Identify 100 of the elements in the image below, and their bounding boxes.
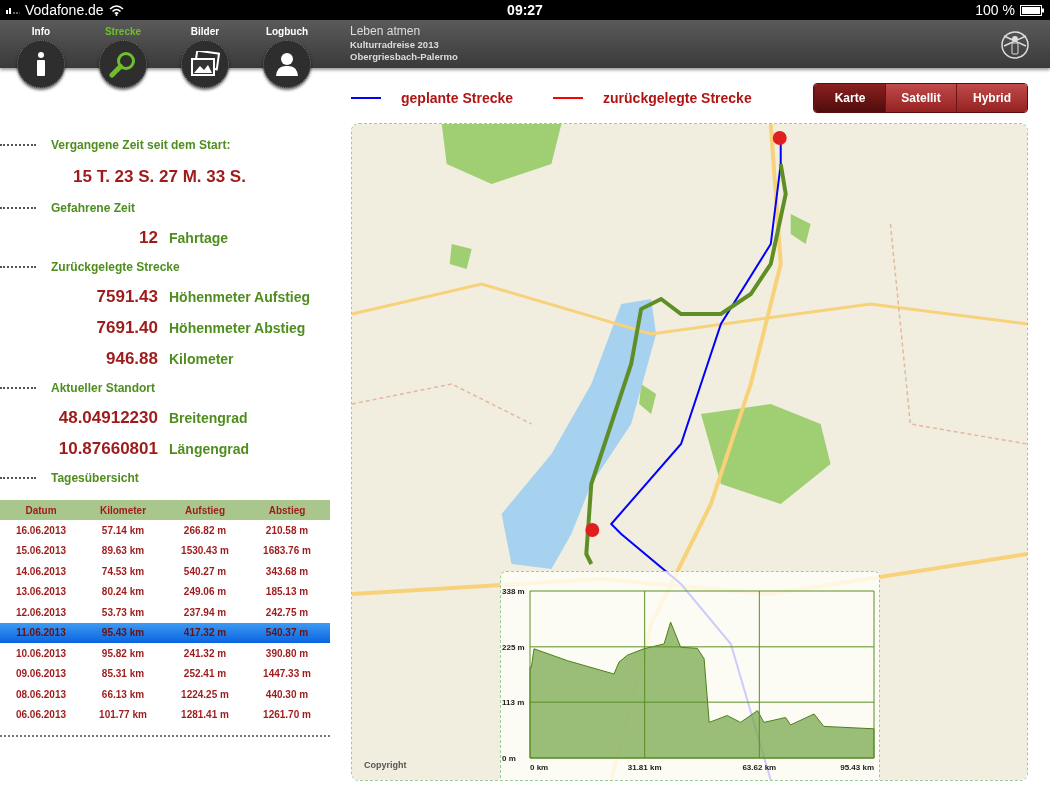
trip-subtitle: Kulturradreise 2013: [350, 39, 440, 50]
table-row[interactable]: 15.06.2013 89.63 km 1530.43 m 1683.76 m: [0, 540, 330, 561]
nav-tab[interactable]: Info: [0, 20, 82, 88]
column-header: Datum: [24, 504, 58, 516]
table-cell-text: 09.06.2013: [14, 668, 68, 680]
table-cell-text: 210.58 m: [264, 524, 310, 536]
stat-value: 10.87660801: [57, 438, 158, 459]
stat-value: 946.88: [105, 348, 158, 369]
stat-value: 7691.40: [95, 317, 158, 338]
y-tick-label: 113 m: [502, 698, 525, 708]
table-cell-text: 95.43 km: [100, 627, 146, 639]
stat-value: 48.04912230: [57, 407, 158, 428]
y-tick-label: 338 m: [502, 587, 525, 596]
y-tick-label: 0 m: [502, 754, 516, 763]
x-tick-label: 63.62 km: [742, 763, 777, 772]
stat-label: Höhenmeter Aufstieg: [169, 288, 311, 305]
trip-title: Leben atmen: [350, 24, 422, 38]
table-cell-text: 242.75 m: [264, 606, 310, 618]
table-cell-text: 1281.41 m: [180, 709, 230, 721]
table-row[interactable]: 09.06.2013 85.31 km 252.41 m 1447.33 m: [0, 663, 330, 684]
table-cell-text: 74.53 km: [100, 565, 146, 577]
stat-label: Kilometer: [169, 350, 234, 367]
x-tick-label: 31.81 km: [627, 763, 662, 772]
table-cell-text: 252.41 m: [182, 668, 228, 680]
wifi-icon: [108, 4, 124, 16]
table-cell-text: 06.06.2013: [14, 709, 68, 721]
table-cell-text: 440.30 m: [264, 688, 310, 700]
stat-value: 7591.43: [95, 286, 158, 307]
table-cell-text: 12.06.2013: [14, 606, 68, 618]
map-attribution: Copyright: [364, 760, 407, 770]
nav-tab[interactable]: Bilder: [164, 20, 246, 88]
carrier-name: Vodafone.de: [25, 2, 104, 18]
stat-label: Längengrad: [169, 440, 250, 457]
table-cell-text: 66.13 km: [100, 688, 146, 700]
trip-route: Obergriesbach-Palermo: [350, 51, 458, 62]
battery-icon: [1020, 4, 1044, 16]
section-heading: Aktueller Standort: [51, 381, 155, 395]
table-cell-text: 13.06.2013: [14, 586, 68, 598]
table-cell-text: 95.82 km: [100, 647, 146, 659]
table-row[interactable]: 16.06.2013 57.14 km 266.82 m 210.58 m: [0, 520, 330, 541]
section-heading: Vergangene Zeit seit dem Start:: [51, 138, 231, 152]
clock-time: 09:27: [507, 2, 543, 18]
table-cell-text: 85.31 km: [100, 668, 146, 680]
map-type-button[interactable]: Satellit: [885, 83, 956, 112]
signal-icon: [6, 6, 20, 14]
table-cell-text: 185.13 m: [264, 586, 310, 598]
table-cell-text: 540.37 m: [264, 627, 310, 639]
search-icon: [109, 50, 137, 78]
stat-label: Breitengrad: [169, 409, 248, 426]
x-tick-label: 95.43 km: [840, 763, 874, 772]
table-cell-text: 15.06.2013: [14, 545, 68, 557]
table-cell-text: 1683.76 m: [262, 545, 312, 557]
table-cell-text: 80.24 km: [100, 586, 146, 598]
table-row[interactable]: 06.06.2013 101.77 km 1281.41 m 1261.70 m: [0, 704, 330, 725]
person-icon: [275, 52, 299, 76]
table-cell-text: 53.73 km: [100, 606, 146, 618]
stat-label: Fahrtage: [169, 229, 229, 246]
table-cell-text: 241.32 m: [182, 647, 228, 659]
section-heading: Gefahrene Zeit: [51, 201, 136, 215]
table-cell-text: 57.14 km: [100, 524, 146, 536]
table-row[interactable]: 14.06.2013 74.53 km 540.27 m 343.68 m: [0, 561, 330, 582]
table-cell-text: 1224.25 m: [180, 688, 230, 700]
pictures-icon: [190, 51, 220, 77]
table-cell-text: 1530.43 m: [180, 545, 230, 557]
battery-percent: 100 %: [975, 2, 1015, 18]
table-cell-text: 1447.33 m: [262, 668, 312, 680]
table-cell-text: 540.27 m: [182, 565, 228, 577]
table-cell-text: 237.94 m: [182, 606, 228, 618]
info-icon: [36, 52, 46, 76]
section-heading: Tagesübersicht: [51, 471, 139, 485]
table-cell-text: 390.80 m: [264, 647, 310, 659]
y-tick-label: 225 m: [502, 642, 525, 652]
legend-label: zurückgelegte Strecke: [603, 89, 752, 106]
nav-tab[interactable]: Logbuch: [246, 20, 328, 88]
column-header: Abstieg: [267, 504, 307, 516]
table-cell-text: 10.06.2013: [14, 647, 68, 659]
table-cell-text: 89.63 km: [100, 545, 146, 557]
table-cell-text: 249.06 m: [182, 586, 228, 598]
table-cell-text: 14.06.2013: [14, 565, 68, 577]
column-header: Aufstieg: [184, 504, 226, 516]
table-row[interactable]: 13.06.2013 80.24 km 249.06 m 185.13 m: [0, 581, 330, 602]
table-cell-text: 16.06.2013: [14, 524, 68, 536]
stat-value: 12: [138, 227, 158, 248]
logo-icon: [1000, 30, 1030, 60]
stat-label: Höhenmeter Abstieg: [169, 319, 306, 336]
table-row[interactable]: 12.06.2013 53.73 km 237.94 m 242.75 m: [0, 602, 330, 623]
column-header: Kilometer: [98, 504, 148, 516]
map-type-button[interactable]: Hybrid: [956, 83, 1027, 112]
map-type-button[interactable]: Karte: [814, 83, 885, 112]
table-cell-text: 11.06.2013: [15, 627, 67, 639]
table-cell-text: 101.77 km: [98, 709, 148, 721]
table-row[interactable]: 10.06.2013 95.82 km 241.32 m 390.80 m: [0, 643, 330, 664]
table-cell-text: 1261.70 m: [262, 709, 312, 721]
table-cell-text: 266.82 m: [182, 524, 228, 536]
legend-label: geplante Strecke: [401, 89, 514, 106]
table-row[interactable]: 08.06.2013 66.13 km 1224.25 m 440.30 m: [0, 684, 330, 705]
stat-value: 15 T. 23 S. 27 M. 33 S.: [73, 166, 246, 187]
table-cell-text: 08.06.2013: [14, 688, 68, 700]
section-heading: Zurückgelegte Strecke: [51, 260, 180, 274]
x-tick-label: 0 km: [530, 763, 549, 772]
